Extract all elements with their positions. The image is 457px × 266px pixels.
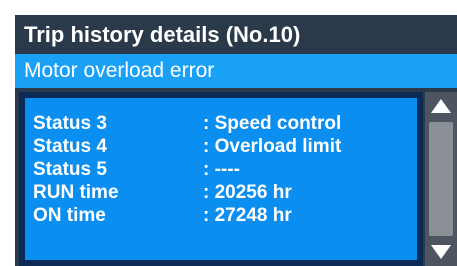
triangle-up-icon (431, 99, 451, 113)
scroll-track[interactable] (429, 122, 453, 236)
detail-label: Status 4 (33, 136, 107, 157)
detail-value: : 20256 hr (203, 182, 292, 203)
detail-label: Status 5 (33, 159, 107, 180)
scroll-down-button[interactable] (425, 238, 457, 266)
details-list: Status 3 : Speed control Status 4 : Over… (25, 98, 417, 260)
detail-row-status-4: Status 4 : Overload limit (25, 135, 417, 158)
detail-row-status-3: Status 3 : Speed control (25, 112, 417, 135)
detail-value: : ---- (203, 159, 240, 180)
detail-label: ON time (33, 205, 106, 226)
error-message: Motor overload error (15, 54, 457, 88)
vertical-scrollbar[interactable] (425, 92, 457, 266)
detail-row-run-time: RUN time : 20256 hr (25, 181, 417, 204)
detail-label: Status 3 (33, 113, 107, 134)
details-panel: Status 3 : Speed control Status 4 : Over… (19, 92, 423, 266)
detail-row-status-5: Status 5 : ---- (25, 158, 417, 181)
detail-value: : Speed control (203, 113, 342, 134)
scroll-up-button[interactable] (425, 92, 457, 120)
detail-value: : Overload limit (203, 136, 342, 157)
detail-label: RUN time (33, 182, 119, 203)
detail-value: : 27248 hr (203, 205, 292, 226)
detail-row-on-time: ON time : 27248 hr (25, 204, 417, 227)
page-title: Trip history details (No.10) (15, 15, 457, 54)
trip-history-screen: Trip history details (No.10) Motor overl… (15, 15, 457, 266)
triangle-down-icon (431, 245, 451, 259)
